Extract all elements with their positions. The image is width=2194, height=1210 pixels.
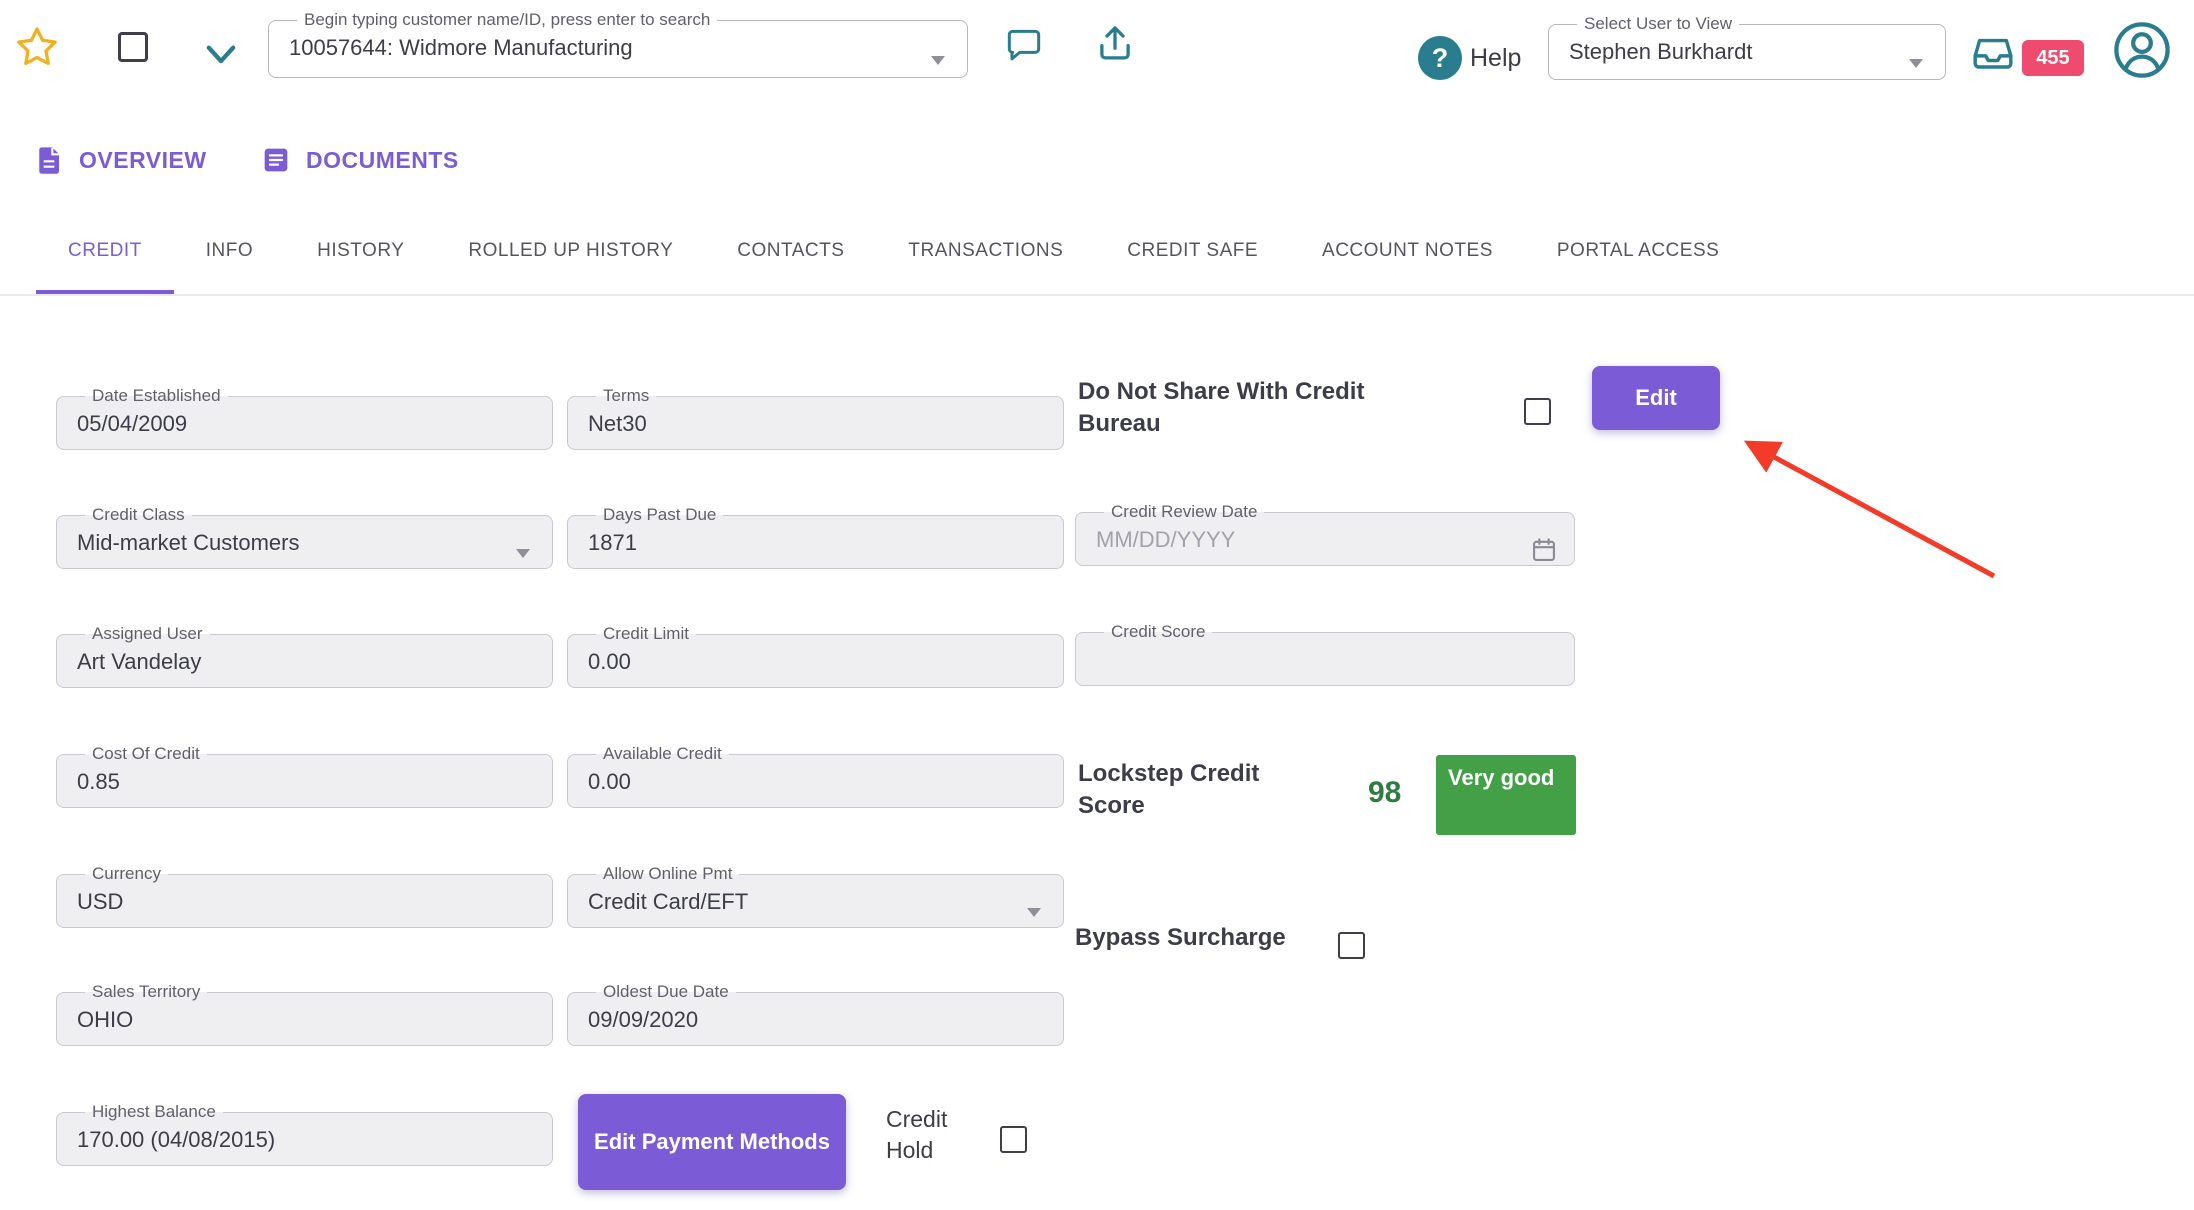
nav-overview-label: OVERVIEW: [79, 147, 207, 174]
bypass-surcharge-label: Bypass Surcharge: [1075, 922, 1335, 954]
cost-of-credit-value: 0.85: [77, 769, 532, 795]
tab-credit-safe[interactable]: CREDIT SAFE: [1095, 212, 1290, 294]
credit-class-label: Credit Class: [85, 505, 192, 525]
date-established-field[interactable]: Date Established 05/04/2009: [56, 386, 553, 450]
date-established-value: 05/04/2009: [77, 411, 532, 437]
nav-documents-label: DOCUMENTS: [306, 147, 459, 174]
inbox-count-badge: 455: [2022, 40, 2084, 76]
dropdown-caret-icon: [516, 549, 530, 558]
tab-contacts[interactable]: CONTACTS: [705, 212, 876, 294]
sales-territory-value: OHIO: [77, 1007, 532, 1033]
credit-limit-value: 0.00: [588, 649, 1043, 675]
nav-item-documents[interactable]: DOCUMENTS: [260, 140, 459, 180]
select-all-checkbox[interactable]: [118, 32, 148, 62]
oldest-due-date-label: Oldest Due Date: [596, 982, 736, 1002]
user-to-view-label: Select User to View: [1577, 14, 1739, 34]
lockstep-rating-badge: Very good: [1436, 755, 1576, 835]
tab-history[interactable]: HISTORY: [285, 212, 436, 294]
highest-balance-field[interactable]: Highest Balance 170.00 (04/08/2015): [56, 1102, 553, 1166]
days-past-due-label: Days Past Due: [596, 505, 723, 525]
edit-payment-methods-button[interactable]: Edit Payment Methods: [578, 1094, 846, 1190]
documents-icon: [260, 144, 292, 176]
currency-value: USD: [77, 889, 532, 915]
dropdown-caret-icon: [1027, 908, 1041, 917]
tab-portal-access[interactable]: PORTAL ACCESS: [1525, 212, 1751, 294]
terms-value: Net30: [588, 411, 1043, 437]
edit-button[interactable]: Edit: [1592, 366, 1720, 430]
days-past-due-value: 1871: [588, 530, 1043, 556]
days-past-due-field[interactable]: Days Past Due 1871: [567, 505, 1064, 569]
inbox-count: 455: [2036, 47, 2069, 70]
cost-of-credit-field[interactable]: Cost Of Credit 0.85: [56, 744, 553, 808]
customer-search-value: 10057644: Widmore Manufacturing: [289, 35, 947, 61]
cost-of-credit-label: Cost Of Credit: [85, 744, 207, 764]
oldest-due-date-field[interactable]: Oldest Due Date 09/09/2020: [567, 982, 1064, 1046]
available-credit-value: 0.00: [588, 769, 1043, 795]
assigned-user-value: Art Vandelay: [77, 649, 532, 675]
assigned-user-field[interactable]: Assigned User Art Vandelay: [56, 624, 553, 688]
credit-score-field[interactable]: Credit Score: [1075, 622, 1575, 686]
tab-account-notes[interactable]: ACCOUNT NOTES: [1290, 212, 1525, 294]
help-label[interactable]: Help: [1470, 44, 1521, 73]
currency-field[interactable]: Currency USD: [56, 864, 553, 928]
credit-review-date-field[interactable]: Credit Review Date MM/DD/YYYY: [1075, 502, 1575, 566]
currency-label: Currency: [85, 864, 168, 884]
calendar-icon[interactable]: [1530, 536, 1558, 564]
assigned-user-label: Assigned User: [85, 624, 210, 644]
do-not-share-label: Do Not Share With Credit Bureau: [1078, 376, 1403, 441]
tab-credit[interactable]: CREDIT: [36, 212, 174, 294]
credit-limit-field[interactable]: Credit Limit 0.00: [567, 624, 1064, 688]
user-to-view-select[interactable]: Select User to View Stephen Burkhardt: [1548, 14, 1946, 80]
credit-limit-label: Credit Limit: [596, 624, 696, 644]
star-icon[interactable]: [14, 24, 60, 70]
lockstep-credit-score-value: 98: [1368, 776, 1401, 810]
avatar-icon[interactable]: [2110, 18, 2174, 82]
overview-icon: [33, 144, 65, 176]
nav-item-overview[interactable]: OVERVIEW: [33, 140, 207, 180]
page: Begin typing customer name/ID, press ent…: [0, 0, 2194, 1210]
tab-bar: CREDIT INFO HISTORY ROLLED UP HISTORY CO…: [0, 212, 2194, 296]
tab-transactions[interactable]: TRANSACTIONS: [876, 212, 1095, 294]
credit-class-select[interactable]: Credit Class Mid-market Customers: [56, 505, 553, 569]
oldest-due-date-value: 09/09/2020: [588, 1007, 1043, 1033]
chat-icon[interactable]: [1004, 26, 1044, 66]
lockstep-credit-score-label: Lockstep Credit Score: [1078, 758, 1288, 823]
allow-online-pmt-select[interactable]: Allow Online Pmt Credit Card/EFT: [567, 864, 1064, 928]
dropdown-caret-icon: [1909, 59, 1923, 68]
terms-field[interactable]: Terms Net30: [567, 386, 1064, 450]
user-to-view-value: Stephen Burkhardt: [1569, 39, 1925, 65]
tab-info[interactable]: INFO: [174, 212, 285, 294]
bypass-surcharge-checkbox[interactable]: [1338, 932, 1365, 959]
help-question-mark: ?: [1432, 43, 1449, 74]
date-established-label: Date Established: [85, 386, 228, 406]
credit-review-date-label: Credit Review Date: [1104, 502, 1264, 522]
credit-hold-checkbox[interactable]: [1000, 1126, 1027, 1153]
available-credit-field[interactable]: Available Credit 0.00: [567, 744, 1064, 808]
inbox-icon[interactable]: [1970, 30, 2016, 76]
terms-label: Terms: [596, 386, 656, 406]
help-icon[interactable]: ?: [1418, 36, 1462, 80]
credit-review-date-placeholder: MM/DD/YYYY: [1096, 527, 1554, 553]
upload-icon[interactable]: [1094, 22, 1136, 64]
highest-balance-value: 170.00 (04/08/2015): [77, 1127, 532, 1153]
credit-hold-label: Credit Hold: [886, 1104, 966, 1166]
allow-online-pmt-value: Credit Card/EFT: [588, 889, 1043, 915]
credit-score-label: Credit Score: [1104, 622, 1212, 642]
allow-online-pmt-label: Allow Online Pmt: [596, 864, 739, 884]
sales-territory-label: Sales Territory: [85, 982, 207, 1002]
chevron-down-icon[interactable]: [204, 42, 238, 68]
customer-search-combobox[interactable]: Begin typing customer name/ID, press ent…: [268, 10, 968, 78]
tab-rolled-up-history[interactable]: ROLLED UP HISTORY: [436, 212, 705, 294]
customer-search-label: Begin typing customer name/ID, press ent…: [297, 10, 717, 30]
dropdown-caret-icon: [931, 56, 945, 65]
do-not-share-checkbox[interactable]: [1524, 398, 1551, 425]
sales-territory-field[interactable]: Sales Territory OHIO: [56, 982, 553, 1046]
highest-balance-label: Highest Balance: [85, 1102, 223, 1122]
credit-class-value: Mid-market Customers: [77, 530, 532, 556]
available-credit-label: Available Credit: [596, 744, 729, 764]
